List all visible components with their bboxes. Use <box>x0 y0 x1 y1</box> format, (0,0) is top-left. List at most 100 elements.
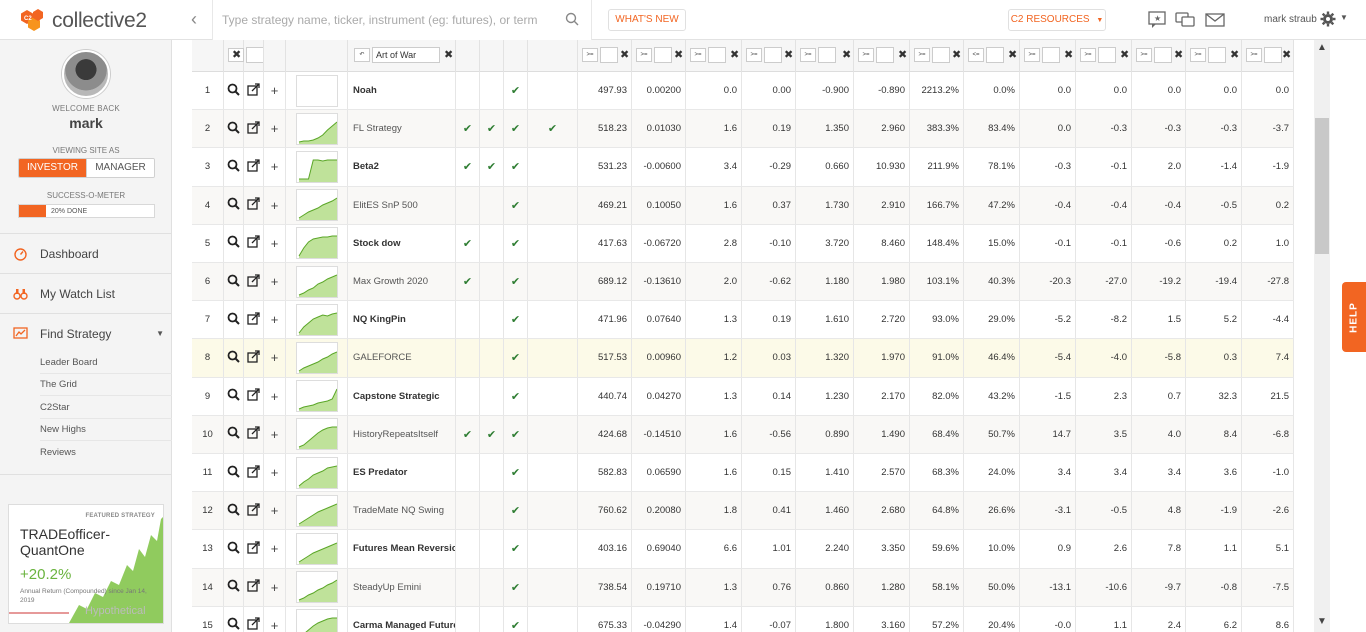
strategy-name[interactable]: Beta2 <box>353 161 379 172</box>
strategy-name[interactable]: TradeMate NQ Swing <box>353 505 444 516</box>
external-link-icon[interactable] <box>247 426 260 442</box>
table-cell-name[interactable]: Carma Managed Futures <box>348 606 456 632</box>
magnifier-icon[interactable] <box>227 503 240 519</box>
magnifier-icon[interactable] <box>227 617 240 632</box>
add-to-watchlist-icon[interactable]: + <box>271 389 279 404</box>
filter-clear-icon[interactable]: ✖ <box>1120 48 1129 62</box>
add-to-watchlist-icon[interactable]: + <box>271 465 279 480</box>
table-row[interactable]: 11 + ES Predator ✔ 582.83 0.06590 1.6 0.15 1.410… <box>192 454 1294 493</box>
table-row[interactable]: 5 + Stock dow ✔ ✔ 417.63 -0.06720 2.8 -0.10 3.720… <box>192 224 1294 263</box>
user-menu-name[interactable]: mark straub <box>1264 14 1317 25</box>
add-to-watchlist-icon[interactable]: + <box>271 541 279 556</box>
equity-sparkline[interactable] <box>295 150 338 183</box>
table-cell-view[interactable] <box>224 72 244 110</box>
magnifier-icon[interactable] <box>227 235 240 251</box>
table-row[interactable]: 13 + Futures Mean Reversion ✔ 403.16 0.69040 6… <box>192 530 1294 569</box>
table-row[interactable]: 3 + Beta2 ✔ ✔ ✔ 531.23 -0.00600 3.4 -0.29 0.660 10.… <box>192 148 1294 187</box>
magnifier-icon[interactable] <box>227 388 240 404</box>
name-filter-input[interactable]: Art of War <box>372 47 440 63</box>
table-cell-view[interactable] <box>224 492 244 530</box>
strategy-name[interactable]: Stock dow <box>353 238 401 249</box>
strategy-name[interactable]: HistoryRepeatsItself <box>353 429 438 440</box>
external-link-icon[interactable] <box>247 579 260 595</box>
grid-scrollbar[interactable]: ▲ ▼ <box>1314 40 1330 632</box>
strategy-name[interactable]: Carma Managed Futures <box>353 620 455 631</box>
add-to-watchlist-icon[interactable]: + <box>271 312 279 327</box>
sidebar-item-watch-list[interactable]: My Watch List <box>0 273 172 313</box>
filter-value-input[interactable] <box>1042 47 1060 63</box>
add-to-watchlist-icon[interactable]: + <box>271 159 279 174</box>
help-tab[interactable]: HELP <box>1342 282 1366 352</box>
table-cell-view[interactable] <box>224 224 244 262</box>
sidebar-item-find-strategy[interactable]: Find Strategy ▼ <box>0 313 172 353</box>
strategy-name[interactable]: Futures Mean Reversion <box>353 543 455 554</box>
equity-sparkline[interactable] <box>295 74 338 107</box>
whats-new-button[interactable]: WHAT'S NEW <box>608 9 686 31</box>
equity-sparkline[interactable] <box>295 303 338 336</box>
add-to-watchlist-icon[interactable]: + <box>271 503 279 518</box>
external-link-icon[interactable] <box>247 273 260 290</box>
manager-button[interactable]: MANAGER <box>86 159 154 177</box>
table-row[interactable]: 12 + TradeMate NQ Swing ✔ 760.62 0.20080 1.8 0.… <box>192 492 1294 531</box>
external-link-icon[interactable] <box>247 312 260 328</box>
filter-reset-icon[interactable]: ↶ <box>354 48 370 62</box>
filter-clear-icon[interactable]: ✖ <box>1174 48 1183 62</box>
filter-clear-icon[interactable]: ✖ <box>444 48 453 62</box>
filter-clear-icon[interactable]: ✖ <box>952 48 961 62</box>
table-cell-name[interactable]: Futures Mean Reversion <box>348 530 456 568</box>
external-link-icon[interactable] <box>247 464 260 481</box>
equity-sparkline[interactable] <box>295 380 338 413</box>
filter-clear-icon[interactable]: ✖ <box>784 48 793 62</box>
success-o-meter[interactable]: 20% DONE <box>18 204 155 218</box>
table-cell-view[interactable] <box>224 110 244 148</box>
table-cell-name[interactable]: Noah <box>348 72 456 110</box>
equity-sparkline[interactable] <box>295 112 338 145</box>
strategy-name[interactable]: SteadyUp Emini <box>353 582 421 593</box>
table-cell-name[interactable]: Stock dow <box>348 224 456 262</box>
table-cell-name[interactable]: Capstone Strategic <box>348 377 456 415</box>
filter-clear-icon[interactable]: ✖ <box>1282 48 1291 62</box>
filter-value-input[interactable] <box>1264 47 1282 63</box>
external-link-icon[interactable] <box>247 197 260 213</box>
table-cell-name[interactable]: ES Predator <box>348 454 456 492</box>
filter-operator[interactable]: >= <box>1246 48 1262 62</box>
filter-operator[interactable]: >= <box>1136 48 1152 62</box>
external-link-icon[interactable] <box>247 541 260 557</box>
scroll-up-icon[interactable]: ▲ <box>1317 42 1327 53</box>
table-row[interactable]: 1 + Noah ✔ 497.93 0.00200 0.0 0.00 -0.900 -0.890 2… <box>192 72 1294 111</box>
filter-clear-icon[interactable]: ✖ <box>674 48 683 62</box>
add-to-watchlist-icon[interactable]: + <box>271 580 279 595</box>
gear-chevron-down-icon[interactable]: ▼ <box>1340 13 1348 22</box>
filter-value-input[interactable] <box>708 47 726 63</box>
filter-operator[interactable]: >= <box>914 48 930 62</box>
table-cell-name[interactable]: Max Growth 2020 <box>348 263 456 301</box>
equity-sparkline[interactable] <box>295 456 338 489</box>
table-cell-name[interactable]: NQ KingPin <box>348 301 456 339</box>
magnifier-icon[interactable] <box>227 465 240 481</box>
magnifier-icon[interactable] <box>227 541 240 557</box>
table-cell-view[interactable] <box>224 568 244 606</box>
filter-clear-icon[interactable]: ✖ <box>842 48 851 62</box>
magnifier-icon[interactable] <box>227 426 240 442</box>
add-to-watchlist-icon[interactable]: + <box>271 198 279 213</box>
chat-star-icon[interactable]: ★ <box>1146 10 1168 30</box>
filter-operator[interactable]: >= <box>858 48 874 62</box>
filter-value-input[interactable] <box>986 47 1004 63</box>
table-cell-view[interactable] <box>224 530 244 568</box>
equity-sparkline[interactable] <box>295 227 338 260</box>
collapse-sidebar-icon[interactable]: ‹ <box>184 9 204 31</box>
equity-sparkline[interactable] <box>295 532 338 565</box>
magnifier-icon[interactable] <box>227 121 240 137</box>
table-cell-name[interactable]: Beta2 <box>348 148 456 186</box>
featured-strategy-card[interactable]: FEATURED STRATEGY TRADEofficer-QuantOne … <box>8 504 164 624</box>
sidebar-subitem-leader-board[interactable]: Leader Board <box>40 352 172 374</box>
table-cell-name[interactable]: TradeMate NQ Swing <box>348 492 456 530</box>
scroll-down-icon[interactable]: ▼ <box>1317 616 1327 627</box>
filter-clear-icon[interactable]: ✖ <box>232 48 241 62</box>
table-cell-view[interactable] <box>224 263 244 301</box>
equity-sparkline[interactable] <box>295 418 338 451</box>
equity-sparkline[interactable] <box>295 189 338 222</box>
table-row[interactable]: 8 + GALEFORCE ✔ 517.53 0.00960 1.2 0.03 1.320 1.9… <box>192 339 1294 378</box>
gear-icon[interactable] <box>1320 11 1336 27</box>
table-cell-view[interactable] <box>224 606 244 632</box>
